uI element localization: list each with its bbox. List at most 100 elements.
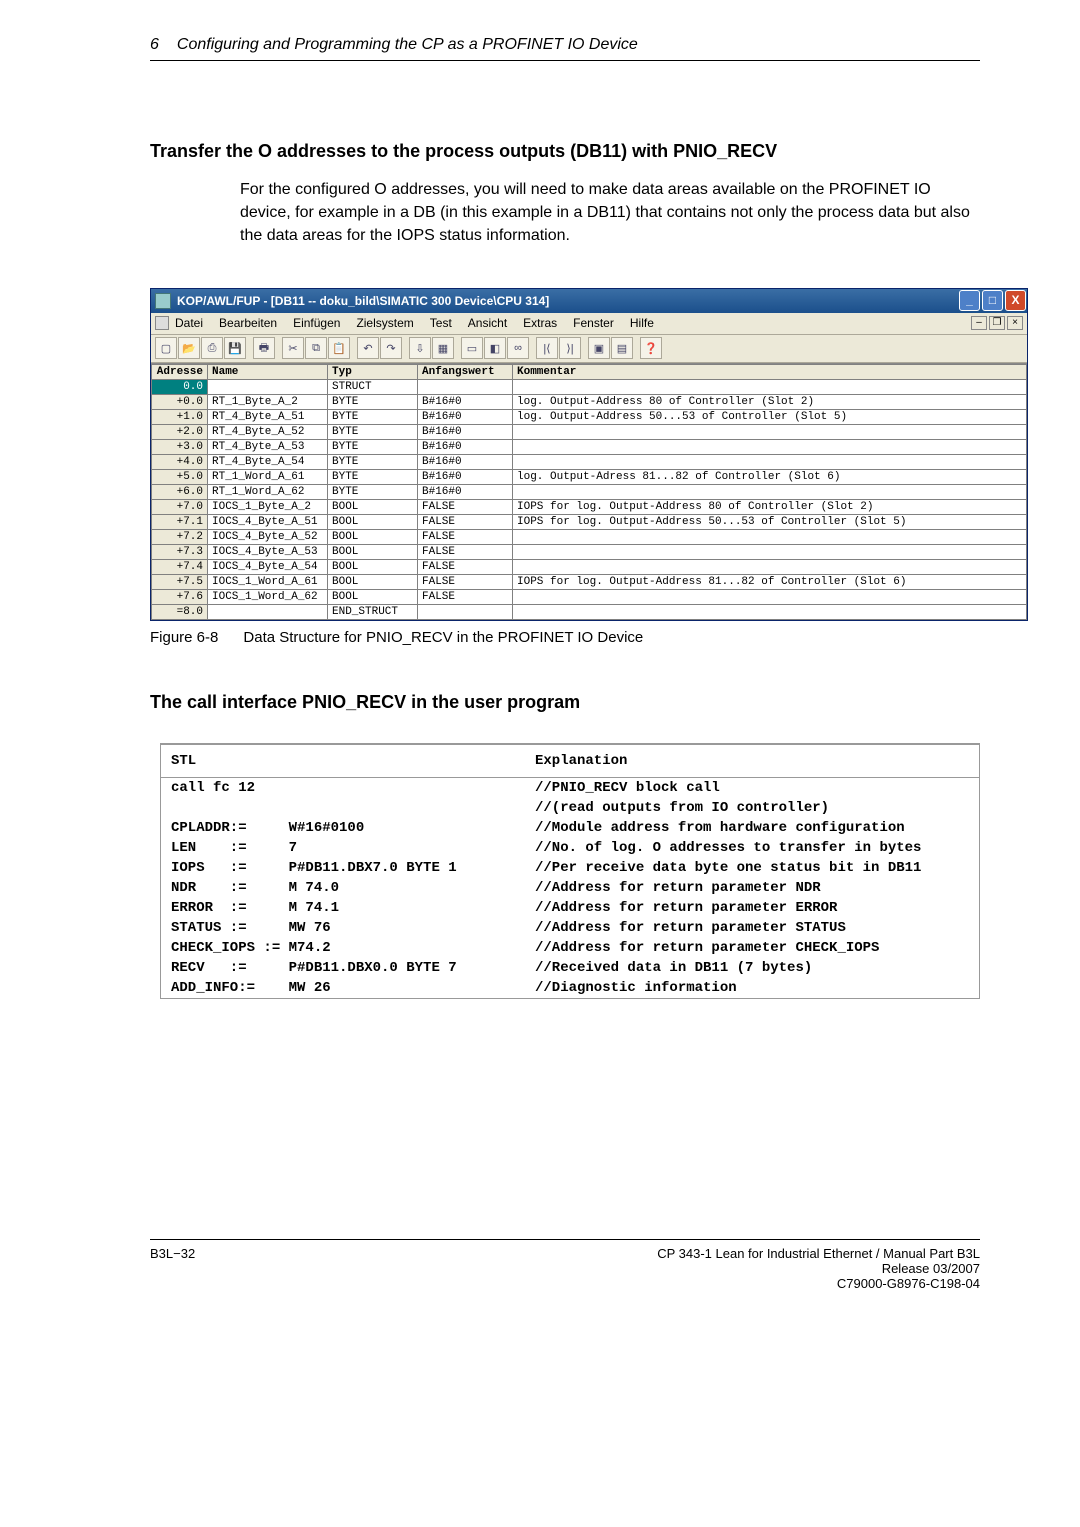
cell[interactable]: IOCS_4_Byte_A_54 xyxy=(208,559,328,574)
cell[interactable]: B#16#0 xyxy=(418,484,513,499)
cell[interactable] xyxy=(513,379,1027,394)
cell[interactable]: RT_1_Byte_A_2 xyxy=(208,394,328,409)
cell[interactable]: +7.5 xyxy=(152,574,208,589)
table-row[interactable]: +1.0RT_4_Byte_A_51BYTEB#16#0log. Output-… xyxy=(152,409,1027,424)
cell[interactable] xyxy=(513,529,1027,544)
cell[interactable]: =8.0 xyxy=(152,604,208,619)
db-table[interactable]: AdresseNameTypAnfangswertKommentar 0.0ST… xyxy=(151,363,1027,620)
cell[interactable]: B#16#0 xyxy=(418,394,513,409)
cell[interactable]: IOCS_4_Byte_A_53 xyxy=(208,544,328,559)
glasses-icon[interactable]: ∞ xyxy=(507,337,529,359)
cell[interactable]: B#16#0 xyxy=(418,454,513,469)
cell[interactable]: BOOL xyxy=(328,559,418,574)
cell[interactable]: RT_4_Byte_A_52 xyxy=(208,424,328,439)
cell[interactable]: B#16#0 xyxy=(418,439,513,454)
cell[interactable]: +7.0 xyxy=(152,499,208,514)
cell[interactable]: log. Output-Adress 81...82 of Controller… xyxy=(513,469,1027,484)
cell[interactable]: 0.0 xyxy=(152,379,208,394)
menu-bearbeiten[interactable]: Bearbeiten xyxy=(219,316,277,330)
cell[interactable]: IOCS_1_Word_A_61 xyxy=(208,574,328,589)
cell[interactable]: +7.2 xyxy=(152,529,208,544)
mdi-minimize[interactable]: – xyxy=(971,316,987,330)
cell[interactable] xyxy=(418,379,513,394)
cell[interactable]: RT_4_Byte_A_53 xyxy=(208,439,328,454)
cell[interactable]: RT_1_Word_A_62 xyxy=(208,484,328,499)
cell[interactable]: FALSE xyxy=(418,514,513,529)
cell[interactable]: BYTE xyxy=(328,469,418,484)
menu-einfuegen[interactable]: Einfügen xyxy=(293,316,340,330)
menu-zielsystem[interactable]: Zielsystem xyxy=(356,316,413,330)
menu-hilfe[interactable]: Hilfe xyxy=(630,316,654,330)
cell[interactable]: FALSE xyxy=(418,499,513,514)
cell[interactable]: FALSE xyxy=(418,529,513,544)
cell[interactable]: FALSE xyxy=(418,559,513,574)
table-row[interactable]: +7.4IOCS_4_Byte_A_54BOOLFALSE xyxy=(152,559,1027,574)
cell[interactable]: FALSE xyxy=(418,589,513,604)
table-row[interactable]: +3.0RT_4_Byte_A_53BYTEB#16#0 xyxy=(152,439,1027,454)
monitor-icon[interactable]: ▦ xyxy=(432,337,454,359)
cell[interactable]: RT_1_Word_A_61 xyxy=(208,469,328,484)
nav-next-icon[interactable]: ⟩| xyxy=(559,337,581,359)
table-row[interactable]: +6.0RT_1_Word_A_62BYTEB#16#0 xyxy=(152,484,1027,499)
cell[interactable]: RT_4_Byte_A_51 xyxy=(208,409,328,424)
cell[interactable]: +5.0 xyxy=(152,469,208,484)
cell[interactable]: BOOL xyxy=(328,499,418,514)
cell[interactable]: RT_4_Byte_A_54 xyxy=(208,454,328,469)
cell[interactable] xyxy=(513,589,1027,604)
cell[interactable]: BYTE xyxy=(328,439,418,454)
cell[interactable]: BYTE xyxy=(328,424,418,439)
cell[interactable]: B#16#0 xyxy=(418,409,513,424)
cell[interactable]: IOCS_4_Byte_A_52 xyxy=(208,529,328,544)
close-button[interactable]: X xyxy=(1005,290,1026,311)
nav-prev-icon[interactable]: |⟨ xyxy=(536,337,558,359)
table-row[interactable]: +5.0RT_1_Word_A_61BYTEB#16#0log. Output-… xyxy=(152,469,1027,484)
cell[interactable]: BYTE xyxy=(328,409,418,424)
cell[interactable]: +7.6 xyxy=(152,589,208,604)
cell[interactable]: BYTE xyxy=(328,454,418,469)
symbol-icon[interactable]: ◧ xyxy=(484,337,506,359)
cell[interactable]: BYTE xyxy=(328,394,418,409)
table-row[interactable]: +7.2IOCS_4_Byte_A_52BOOLFALSE xyxy=(152,529,1027,544)
cell[interactable] xyxy=(513,484,1027,499)
menu-fenster[interactable]: Fenster xyxy=(573,316,614,330)
help-icon[interactable]: ❓ xyxy=(640,337,662,359)
cell[interactable]: B#16#0 xyxy=(418,424,513,439)
table-row[interactable]: =8.0END_STRUCT xyxy=(152,604,1027,619)
cell[interactable] xyxy=(513,439,1027,454)
redo-icon[interactable]: ↷ xyxy=(380,337,402,359)
cell[interactable] xyxy=(513,604,1027,619)
menu-datei[interactable]: Datei xyxy=(175,316,203,330)
table-row[interactable]: +7.3IOCS_4_Byte_A_53BOOLFALSE xyxy=(152,544,1027,559)
cell[interactable]: +2.0 xyxy=(152,424,208,439)
table-row[interactable]: 0.0 STRUCT xyxy=(152,379,1027,394)
copy-icon[interactable]: ⧉ xyxy=(305,337,327,359)
cell[interactable]: BYTE xyxy=(328,484,418,499)
minimize-button[interactable]: _ xyxy=(959,290,980,311)
cell[interactable]: IOPS for log. Output-Address 50...53 of … xyxy=(513,514,1027,529)
cell[interactable]: log. Output-Address 80 of Controller (Sl… xyxy=(513,394,1027,409)
cell[interactable]: IOPS for log. Output-Address 80 of Contr… xyxy=(513,499,1027,514)
cell[interactable]: BOOL xyxy=(328,574,418,589)
print-icon[interactable]: 🖶 xyxy=(253,337,275,359)
table-row[interactable]: +7.1IOCS_4_Byte_A_51BOOLFALSEIOPS for lo… xyxy=(152,514,1027,529)
cell[interactable]: BOOL xyxy=(328,514,418,529)
cell[interactable]: IOCS_1_Word_A_62 xyxy=(208,589,328,604)
cell[interactable] xyxy=(513,424,1027,439)
menu-test[interactable]: Test xyxy=(430,316,452,330)
view-a-icon[interactable]: ▣ xyxy=(588,337,610,359)
cell[interactable]: +7.3 xyxy=(152,544,208,559)
cell[interactable]: BOOL xyxy=(328,544,418,559)
table-row[interactable]: +7.6IOCS_1_Word_A_62BOOLFALSE xyxy=(152,589,1027,604)
cell[interactable]: STRUCT xyxy=(328,379,418,394)
download-icon[interactable]: ⇩ xyxy=(409,337,431,359)
cell[interactable]: FALSE xyxy=(418,544,513,559)
table-row[interactable]: +2.0RT_4_Byte_A_52BYTEB#16#0 xyxy=(152,424,1027,439)
cell[interactable] xyxy=(513,559,1027,574)
save-icon[interactable]: 💾 xyxy=(224,337,246,359)
mdi-close[interactable]: × xyxy=(1007,316,1023,330)
cell[interactable]: IOPS for log. Output-Address 81...82 of … xyxy=(513,574,1027,589)
cell[interactable] xyxy=(208,379,328,394)
cell[interactable]: +6.0 xyxy=(152,484,208,499)
new-icon[interactable]: ▢ xyxy=(155,337,177,359)
cell[interactable]: log. Output-Address 50...53 of Controlle… xyxy=(513,409,1027,424)
